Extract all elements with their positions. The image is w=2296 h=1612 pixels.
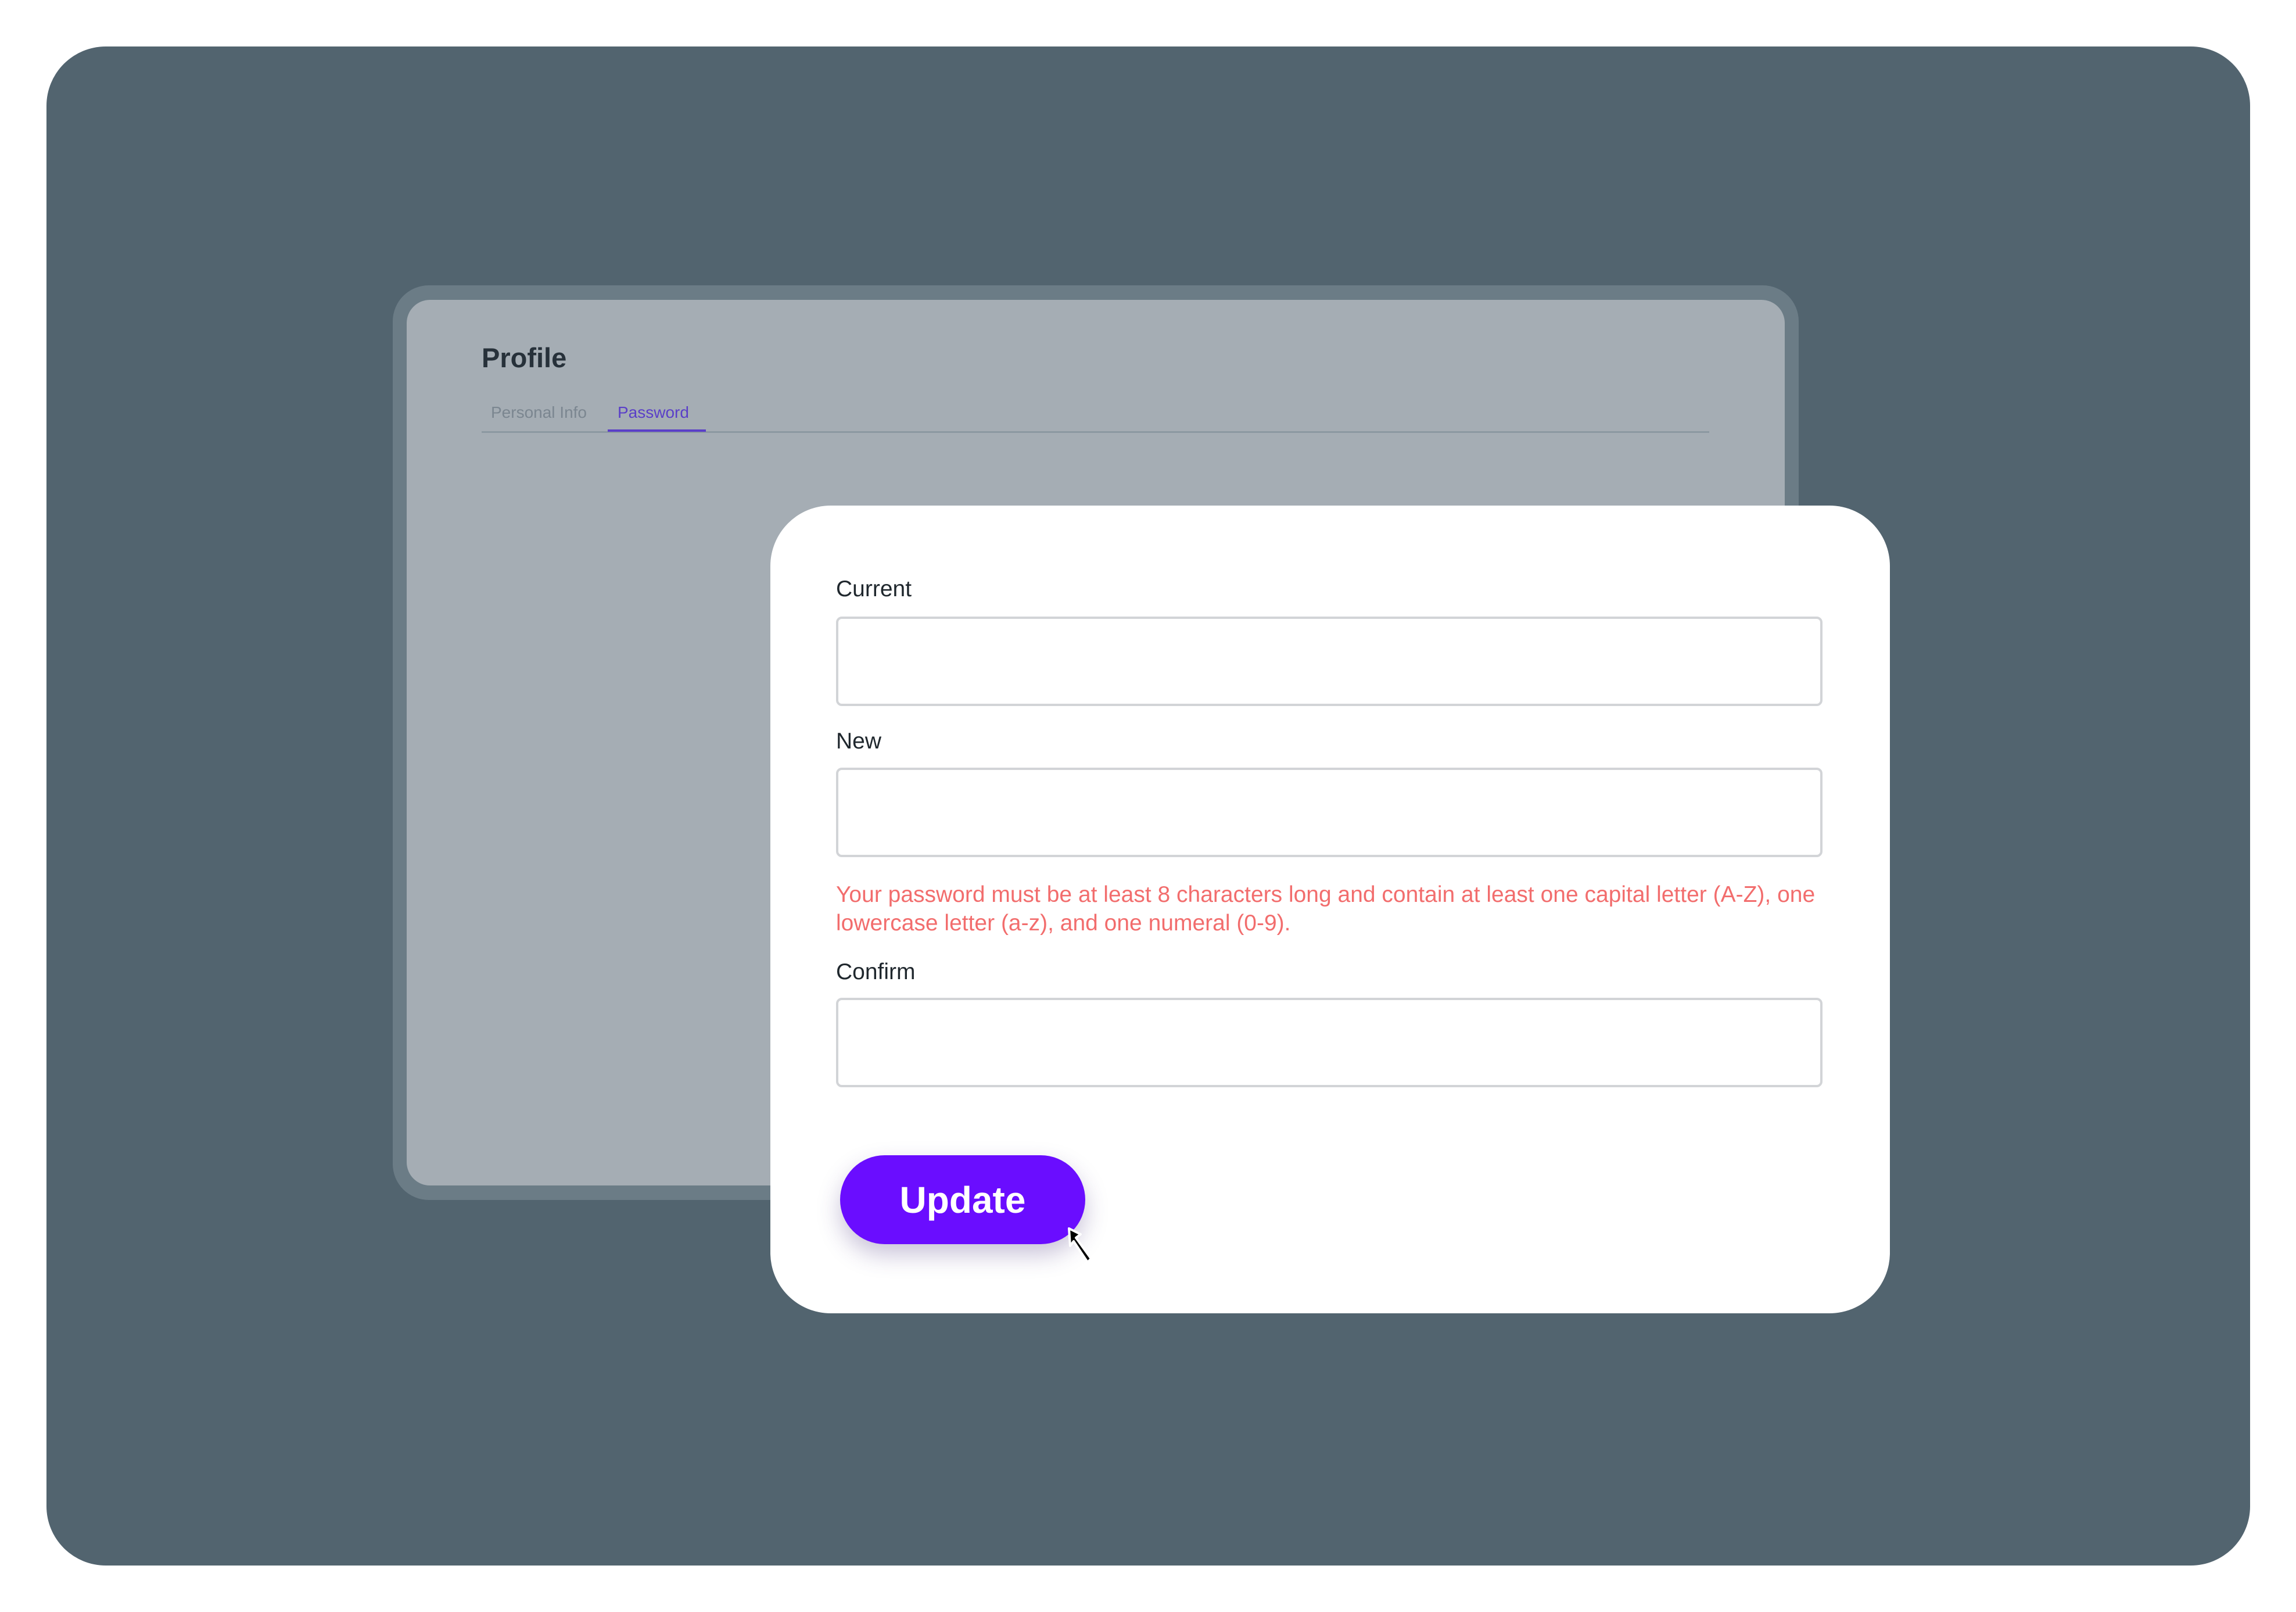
update-button[interactable]: Update (840, 1155, 1085, 1244)
current-password-input[interactable] (836, 617, 1823, 706)
tab-password[interactable]: Password (608, 403, 698, 431)
profile-tabs: Personal Info Password (482, 399, 1709, 433)
confirm-password-label: Confirm (836, 959, 916, 984)
new-password-input[interactable] (836, 768, 1823, 857)
pointer-cursor-icon (1068, 1227, 1092, 1263)
tab-personal-info[interactable]: Personal Info (491, 403, 587, 422)
page-title: Profile (482, 342, 567, 373)
current-password-label: Current (836, 576, 912, 601)
active-tab-indicator (608, 429, 706, 432)
confirm-password-input[interactable] (836, 998, 1823, 1087)
password-error-message: Your password must be at least 8 charact… (836, 882, 1816, 936)
new-password-label: New (836, 729, 882, 754)
